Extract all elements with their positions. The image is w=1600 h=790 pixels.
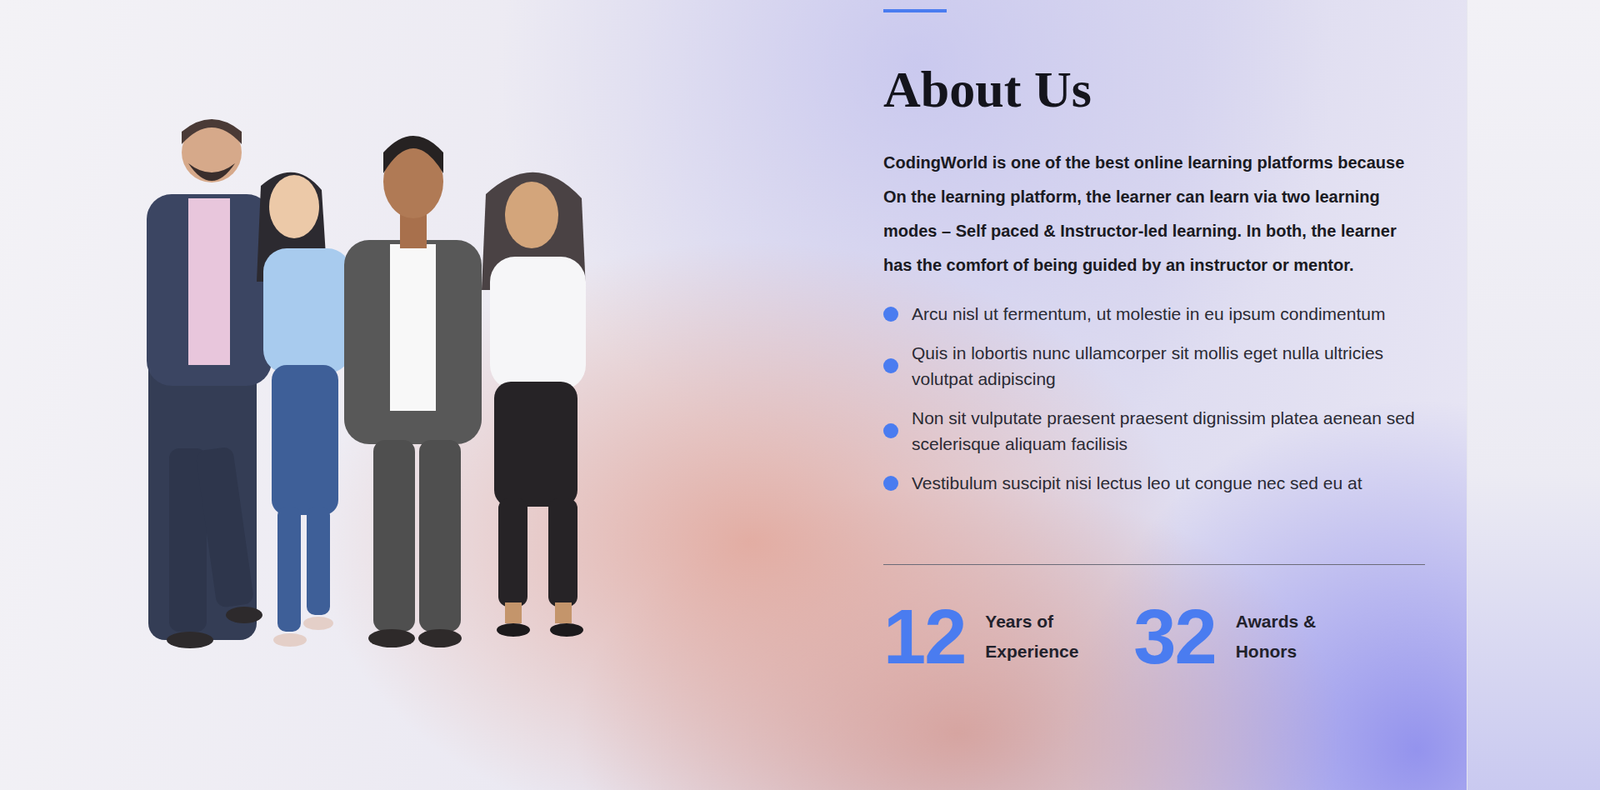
stat-label: Years of Experience <box>985 606 1094 667</box>
stat-label: Awards & Honors <box>1235 606 1345 667</box>
about-section: About Us CodingWorld is one of the best … <box>0 0 1467 790</box>
feature-text: Non sit vulputate praesent praesent dign… <box>911 405 1420 457</box>
bullet-dot-icon <box>883 358 899 374</box>
stats-row: 12 Years of Experience 32 Awards & Honors <box>883 598 1434 675</box>
stat-number: 32 <box>1133 598 1215 675</box>
bullet-dot-icon <box>883 306 899 322</box>
bullet-dot-icon <box>883 475 899 491</box>
accent-line <box>883 9 947 13</box>
feature-text: Arcu nisl ut fermentum, ut molestie in e… <box>911 300 1385 327</box>
about-content: About Us CodingWorld is one of the best … <box>883 0 1434 790</box>
stat-number: 12 <box>883 598 965 675</box>
feature-list: Arcu nisl ut fermentum, ut molestie in e… <box>883 300 1434 496</box>
feature-item: Non sit vulputate praesent praesent dign… <box>883 405 1434 457</box>
feature-item: Arcu nisl ut fermentum, ut molestie in e… <box>883 300 1434 327</box>
page-margin <box>1466 0 1600 790</box>
stat-item: 32 Awards & Honors <box>1133 598 1344 675</box>
feature-item: Quis in lobortis nunc ullamcorper sit mo… <box>883 340 1434 392</box>
intro-text: CodingWorld is one of the best online le… <box>883 145 1417 283</box>
illustration-panel <box>0 0 884 790</box>
stat-item: 12 Years of Experience <box>883 598 1094 675</box>
section-heading: About Us <box>883 60 1434 118</box>
feature-text: Vestibulum suscipit nisi lectus leo ut c… <box>911 470 1362 496</box>
divider <box>883 564 1425 565</box>
team-illustration-icon <box>98 115 707 657</box>
feature-item: Vestibulum suscipit nisi lectus leo ut c… <box>883 470 1434 496</box>
bullet-dot-icon <box>883 423 899 439</box>
page: About Us CodingWorld is one of the best … <box>0 0 1600 790</box>
feature-text: Quis in lobortis nunc ullamcorper sit mo… <box>911 340 1420 392</box>
